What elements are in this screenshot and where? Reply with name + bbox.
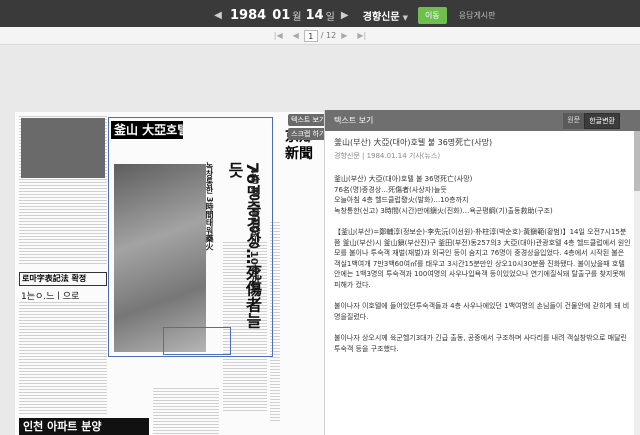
prev-page-icon[interactable]: ◀ (293, 31, 299, 40)
tab-original[interactable]: 원문 (563, 112, 585, 129)
chevron-down-icon: ▼ (402, 14, 408, 22)
vertical-subheadline: 4층 헬드클럽發火 10층까지 (248, 167, 259, 295)
board-link[interactable]: 응답게시판 (459, 10, 496, 21)
scrap-button[interactable]: 스크랩 하기 (288, 128, 329, 140)
view-mode-tabs: 원문 한글변환 (563, 112, 620, 129)
prev-date-icon[interactable]: ◀ (212, 10, 224, 21)
page-total: / 12 (320, 31, 337, 40)
month-select[interactable]: 01 (272, 8, 290, 23)
page-number-input[interactable]: 1 (303, 29, 318, 42)
bottom-advertisement: 인천 아파트 분양 (19, 418, 149, 435)
panel-scroll-thumb[interactable] (634, 131, 640, 191)
article-paragraph: 【釜山(부산)=鄭輔淳(정보순)·李先沅(이선원)·朴柱淳(박순호)·黃鎭範(황… (334, 228, 631, 289)
newspaper-page-image[interactable]: 釜山 大亞호텔 불 36명死亡 76명중경상…死傷者늘듯 4층 헬드클럽發火 1… (15, 112, 340, 435)
sub-article-headline: 로마字表記法 확정 (19, 272, 107, 286)
year-select[interactable]: 1984 (230, 8, 266, 23)
page-navigation-bar: |◀ ◀ 1 / 12 ▶ ▶| (0, 27, 640, 45)
text-view-panel: 텍스트 보기 원문 한글변환 釜山(부산) 大亞(대아)호텔 불 36명死亡(사… (324, 110, 640, 435)
first-page-icon[interactable]: |◀ (274, 31, 283, 40)
move-button[interactable]: 이동 (417, 7, 447, 24)
text-column (19, 302, 107, 414)
day-unit: 일 (325, 12, 335, 23)
date-picker: ◀ 1984 01 월 14 일 ▶ 경향신문 ▼ 이동 응답게시판 (212, 7, 496, 24)
date-navigation-bar: ◀ 1984 01 월 14 일 ▶ 경향신문 ▼ 이동 응답게시판 (0, 0, 640, 27)
tab-hangul[interactable]: 한글변환 (584, 112, 620, 129)
day-select[interactable]: 14 (305, 8, 323, 23)
panel-header: 텍스트 보기 원문 한글변환 (325, 110, 640, 131)
text-column (153, 388, 219, 434)
panel-title: 텍스트 보기 (334, 116, 374, 125)
article-highlight-box (163, 327, 231, 355)
month-unit: 월 (292, 12, 302, 23)
vertical-subheadline: 녹창통한 3時間태워藥火 (205, 162, 214, 251)
portrait-photo (21, 118, 105, 178)
article-text: 釜山(부산) 大亞(대아)호텔 불 36명死亡(사망) 경향신문 | 1984.… (325, 131, 640, 372)
newspaper-select[interactable]: 경향신문 ▼ (363, 8, 408, 23)
article-paragraph: 불이나자 상오시께 육군헬기3대가 긴급 출동, 공중에서 구조하며 사다리를 … (334, 334, 627, 353)
next-page-icon[interactable]: ▶ (341, 31, 347, 40)
sub-article-subheadline: 1는ㅇ.느ㅣ으로 (21, 292, 80, 302)
article-paragraph: 釜山(부산) 大亞(대아)호텔 불 36명死亡(사망) 76名(명)중경상…死傷… (334, 175, 553, 215)
article-title: 釜山(부산) 大亞(대아)호텔 불 36명死亡(사망) (334, 138, 493, 147)
article-paragraph: 불이나자 이호텔에 들어있던투숙객들과 4층 사우나에있던 1백여명의 손님들이… (334, 302, 630, 321)
text-view-button[interactable]: 텍스트 보기 (288, 114, 329, 126)
main-headline: 釜山 大亞호텔 불 36명死亡 (111, 121, 183, 139)
next-date-icon[interactable]: ▶ (339, 10, 351, 21)
newspaper-select-label: 경향신문 (362, 12, 400, 23)
masthead-line: 新聞 (285, 146, 313, 162)
main-headline-text: 釜山 大亞호텔 불 36명死亡 (114, 123, 183, 137)
last-page-icon[interactable]: ▶| (357, 31, 366, 40)
article-meta: 경향신문 | 1984.01.14 기사(뉴스) (334, 151, 441, 160)
